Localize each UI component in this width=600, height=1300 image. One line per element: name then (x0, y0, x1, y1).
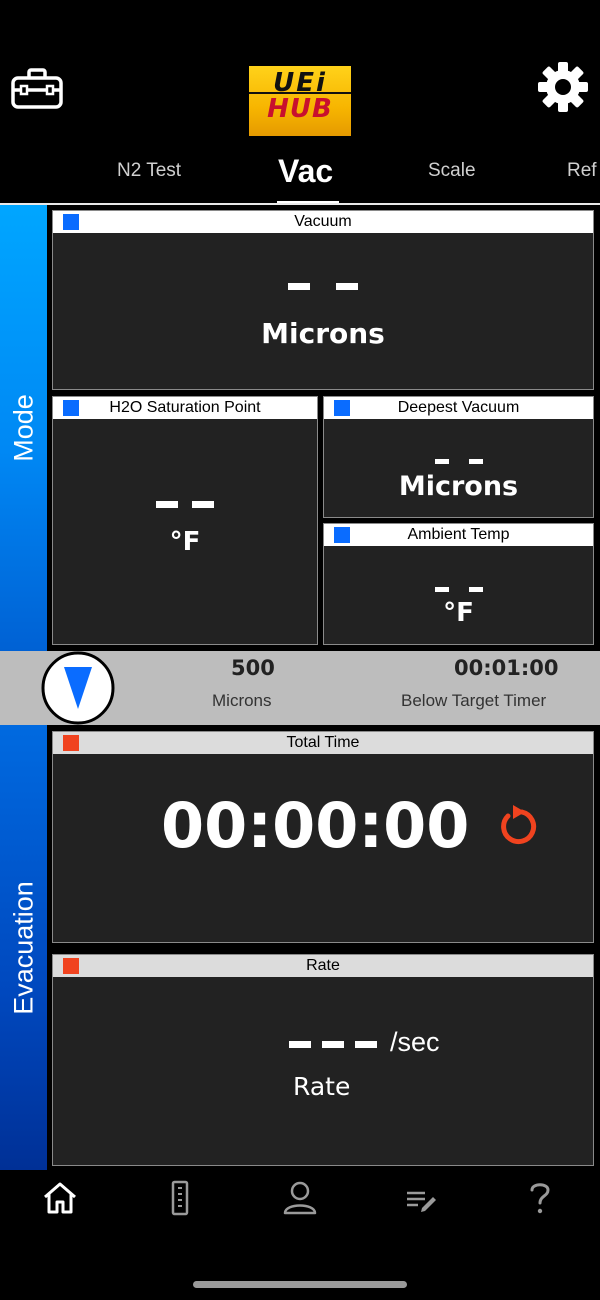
panel-header: Total Time (53, 732, 593, 754)
h2o-value (53, 493, 317, 512)
vacuum-direction-button[interactable] (40, 651, 116, 725)
tab-vac[interactable]: Vac (278, 148, 333, 198)
rate-per-unit: /sec (390, 1027, 440, 1057)
tab-scale[interactable]: Scale (428, 148, 476, 198)
rate-unit-label: Rate (293, 1072, 351, 1101)
evacuation-side-bar[interactable]: Evacuation (0, 725, 47, 1170)
mode-label: Mode (8, 394, 38, 462)
home-indicator (193, 1281, 407, 1288)
mode-side-bar[interactable]: Mode (0, 205, 47, 651)
profile-icon[interactable] (280, 1176, 320, 1220)
mode-tabs: N2 Test Vac Scale Ref (0, 148, 600, 205)
h2o-unit: °F (169, 527, 201, 557)
target-microns-label: Microns (212, 691, 272, 710)
divider (0, 203, 600, 205)
status-indicator (63, 400, 79, 416)
below-target-timer-value[interactable]: 00:01:00 (454, 656, 558, 680)
home-icon[interactable] (40, 1176, 80, 1220)
total-time-value: 00:00:00 (161, 789, 470, 862)
deepest-title: Deepest Vacuum (397, 399, 520, 416)
help-icon[interactable] (520, 1176, 560, 1220)
vacuum-value (53, 275, 593, 294)
panel-header: H2O Saturation Point (53, 397, 317, 419)
target-microns-value[interactable]: 500 (231, 656, 275, 680)
deepest-unit: Microns (398, 471, 519, 502)
rate-panel[interactable]: Rate /sec Rate (52, 954, 594, 1166)
h2o-title: H2O Saturation Point (109, 399, 261, 416)
status-indicator (334, 400, 350, 416)
panel-header: Ambient Temp (324, 524, 593, 546)
panel-header: Vacuum (53, 211, 593, 233)
panel-header: Deepest Vacuum (324, 397, 593, 419)
ambient-unit: °F (443, 598, 474, 628)
vacuum-unit: Microns (261, 317, 385, 350)
h2o-saturation-panel[interactable]: H2O Saturation Point °F (52, 396, 318, 645)
status-indicator (334, 527, 350, 543)
toolbox-icon[interactable] (10, 66, 64, 110)
ambient-value (324, 577, 593, 596)
gear-icon[interactable] (536, 60, 590, 114)
status-indicator (63, 958, 79, 974)
vacuum-panel[interactable]: Vacuum Microns (52, 210, 594, 390)
ambient-title: Ambient Temp (407, 526, 510, 543)
deepest-vacuum-panel[interactable]: Deepest Vacuum Microns (323, 396, 594, 518)
total-time-title: Total Time (286, 734, 360, 751)
deepest-value (324, 449, 593, 468)
uei-hub-logo: UEi HUB (249, 66, 351, 136)
status-indicator (63, 214, 79, 230)
below-target-timer-label: Below Target Timer (401, 691, 547, 710)
reset-icon[interactable] (496, 801, 540, 849)
notes-icon[interactable] (400, 1176, 440, 1220)
evacuation-label: Evacuation (8, 880, 38, 1015)
ruler-icon[interactable] (160, 1176, 200, 1220)
status-indicator (63, 735, 79, 751)
top-bar: UEi HUB N2 Test Vac Scale Ref (0, 0, 600, 205)
tab-n2-test[interactable]: N2 Test (117, 148, 181, 198)
vacuum-title: Vacuum (294, 213, 352, 230)
tab-ref[interactable]: Ref (567, 148, 597, 198)
ambient-temp-panel[interactable]: Ambient Temp °F (323, 523, 594, 645)
logo-text-bottom: HUB (267, 94, 333, 124)
rate-title: Rate (306, 957, 340, 974)
panel-header: Rate (53, 955, 593, 977)
